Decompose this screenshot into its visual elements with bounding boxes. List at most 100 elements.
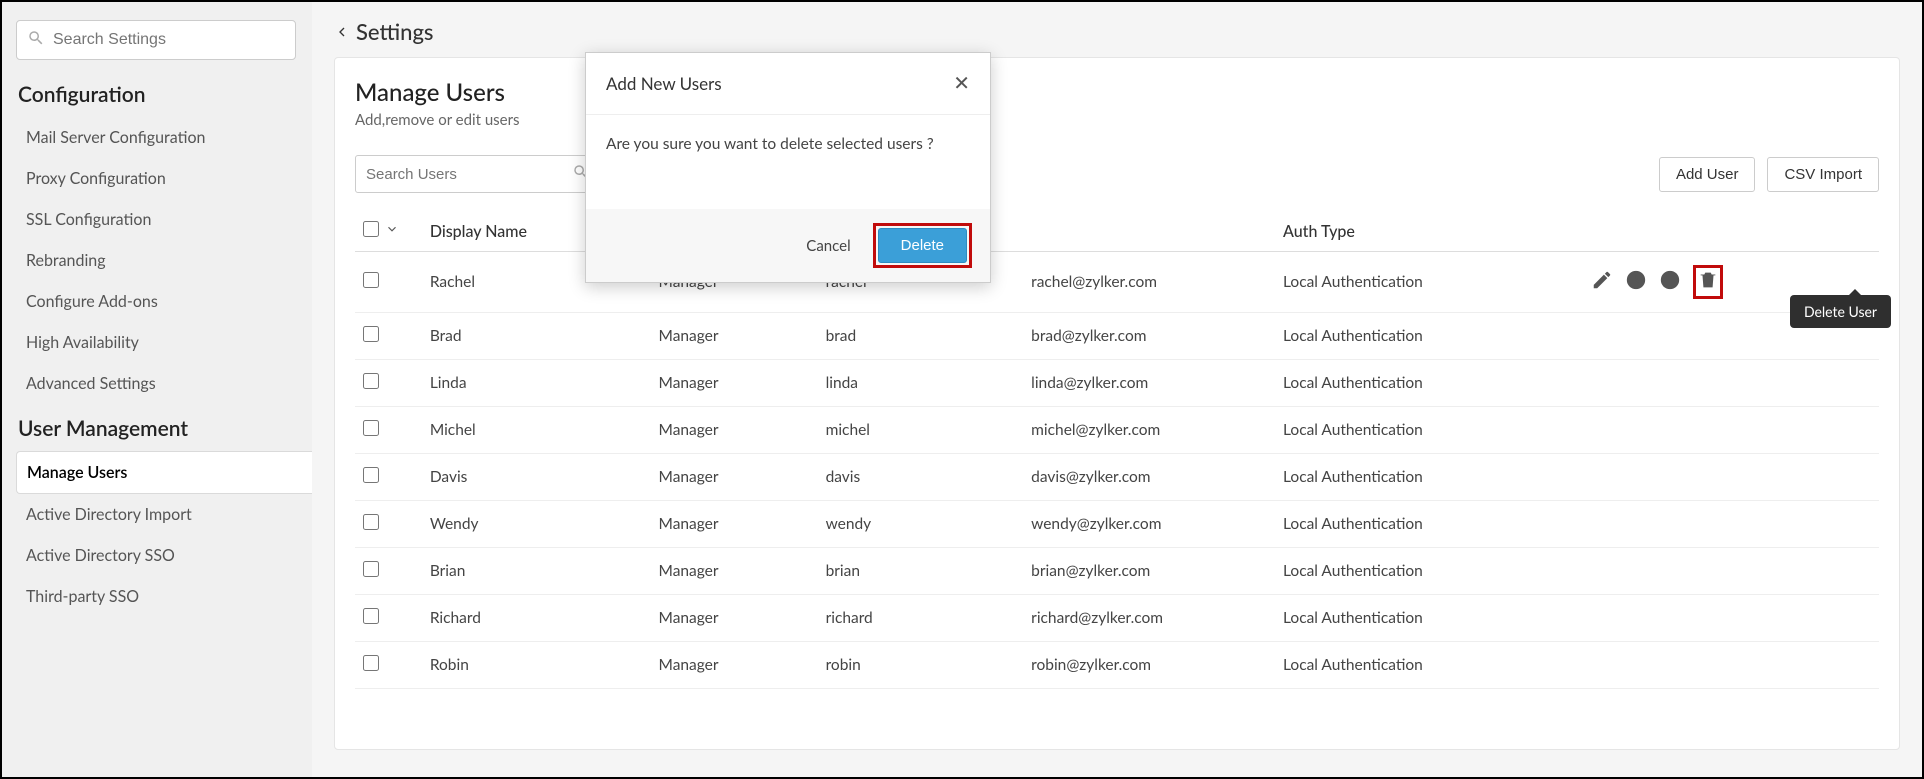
csv-import-button[interactable]: CSV Import xyxy=(1767,157,1879,192)
cell-display: Brian xyxy=(422,548,651,595)
cell-auth: Local Authentication xyxy=(1275,642,1583,689)
cell-auth: Local Authentication xyxy=(1275,595,1583,642)
cell-user: davis xyxy=(818,454,1024,501)
content-panel: Manage Users Add,remove or edit users Ad… xyxy=(334,57,1900,750)
dialog-title: Add New Users xyxy=(606,73,722,94)
cell-user: michel xyxy=(818,407,1024,454)
highlight-box: Delete xyxy=(873,223,972,268)
row-checkbox[interactable] xyxy=(363,514,379,530)
cell-user: linda xyxy=(818,360,1024,407)
dialog-cancel-button[interactable]: Cancel xyxy=(806,237,850,255)
cell-display: Richard xyxy=(422,595,651,642)
sidebar-item-third-party-sso[interactable]: Third-party SSO xyxy=(16,576,298,617)
trash-icon[interactable] xyxy=(1697,269,1719,295)
sidebar-item-ad-sso[interactable]: Active Directory SSO xyxy=(16,535,298,576)
table-row: BradManagerbradbrad@zylker.comLocal Auth… xyxy=(355,313,1879,360)
page-title: Manage Users xyxy=(355,78,1879,107)
row-checkbox[interactable] xyxy=(363,373,379,389)
dialog-message: Are you sure you want to delete selected… xyxy=(586,115,990,209)
search-users-box[interactable] xyxy=(355,155,601,193)
cell-user: brad xyxy=(818,313,1024,360)
cell-role: Manager xyxy=(651,313,818,360)
block-icon[interactable] xyxy=(1659,269,1681,295)
cell-display: Robin xyxy=(422,642,651,689)
cell-role: Manager xyxy=(651,595,818,642)
table-row: LindaManagerlindalinda@zylker.comLocal A… xyxy=(355,360,1879,407)
cell-auth: Local Authentication xyxy=(1275,407,1583,454)
sidebar-item-addons[interactable]: Configure Add-ons xyxy=(16,281,298,322)
confirm-dialog: Add New Users ✕ Are you sure you want to… xyxy=(585,52,991,283)
cell-display: Linda xyxy=(422,360,651,407)
search-users-input[interactable] xyxy=(366,166,572,183)
col-email[interactable] xyxy=(1023,211,1275,252)
row-checkbox[interactable] xyxy=(363,326,379,342)
cell-role: Manager xyxy=(651,407,818,454)
toolbar: Add User CSV Import xyxy=(355,155,1879,193)
cell-user: robin xyxy=(818,642,1024,689)
highlight-box xyxy=(1693,265,1723,299)
cell-auth: Local Authentication xyxy=(1275,313,1583,360)
cell-email: rachel@zylker.com xyxy=(1023,252,1275,313)
cell-role: Manager xyxy=(651,454,818,501)
row-checkbox[interactable] xyxy=(363,272,379,288)
page-subtitle: Add,remove or edit users xyxy=(355,111,1879,129)
search-settings-box[interactable] xyxy=(16,20,296,60)
cell-user: wendy xyxy=(818,501,1024,548)
section-configuration-title: Configuration xyxy=(18,82,298,107)
col-auth-type[interactable]: Auth Type xyxy=(1275,211,1583,252)
main: Settings Manage Users Add,remove or edit… xyxy=(312,2,1922,777)
row-checkbox[interactable] xyxy=(363,561,379,577)
breadcrumb[interactable]: Settings xyxy=(334,18,1900,45)
sidebar-item-ssl[interactable]: SSL Configuration xyxy=(16,199,298,240)
cell-auth: Local Authentication xyxy=(1275,252,1583,313)
cell-display: Michel xyxy=(422,407,651,454)
users-table: Display Name Auth Type RachelManagerrach… xyxy=(355,211,1879,689)
table-row: MichelManagermichelmichel@zylker.comLoca… xyxy=(355,407,1879,454)
sidebar-item-ad-import[interactable]: Active Directory Import xyxy=(16,494,298,535)
table-row: RachelManagerrachelrachel@zylker.comLoca… xyxy=(355,252,1879,313)
sidebar-item-advanced[interactable]: Advanced Settings xyxy=(16,363,298,404)
cell-email: michel@zylker.com xyxy=(1023,407,1275,454)
cell-auth: Local Authentication xyxy=(1275,501,1583,548)
sidebar-item-rebranding[interactable]: Rebranding xyxy=(16,240,298,281)
breadcrumb-label: Settings xyxy=(356,18,433,45)
cell-user: brian xyxy=(818,548,1024,595)
cell-auth: Local Authentication xyxy=(1275,548,1583,595)
table-row: DavisManagerdavisdavis@zylker.comLocal A… xyxy=(355,454,1879,501)
search-settings-input[interactable] xyxy=(53,31,285,49)
cell-email: wendy@zylker.com xyxy=(1023,501,1275,548)
sidebar-item-manage-users[interactable]: Manage Users xyxy=(16,451,312,494)
row-checkbox[interactable] xyxy=(363,420,379,436)
row-checkbox[interactable] xyxy=(363,467,379,483)
cell-role: Manager xyxy=(651,548,818,595)
tooltip-delete-user: Delete User xyxy=(1790,295,1891,328)
sidebar: Configuration Mail Server Configuration … xyxy=(2,2,312,777)
table-row: RichardManagerrichardrichard@zylker.comL… xyxy=(355,595,1879,642)
cell-display: Davis xyxy=(422,454,651,501)
resend-icon[interactable] xyxy=(1625,269,1647,295)
section-user-mgmt-title: User Management xyxy=(18,416,298,441)
sidebar-item-ha[interactable]: High Availability xyxy=(16,322,298,363)
dialog-close-button[interactable]: ✕ xyxy=(953,71,970,96)
sidebar-item-mail-server[interactable]: Mail Server Configuration xyxy=(16,117,298,158)
row-checkbox[interactable] xyxy=(363,655,379,671)
edit-icon[interactable] xyxy=(1591,269,1613,295)
sidebar-item-proxy[interactable]: Proxy Configuration xyxy=(16,158,298,199)
cell-email: brian@zylker.com xyxy=(1023,548,1275,595)
cell-auth: Local Authentication xyxy=(1275,360,1583,407)
table-row: RobinManagerrobinrobin@zylker.comLocal A… xyxy=(355,642,1879,689)
dialog-delete-button[interactable]: Delete xyxy=(878,228,967,263)
row-checkbox[interactable] xyxy=(363,608,379,624)
select-all[interactable] xyxy=(363,221,399,237)
cell-role: Manager xyxy=(651,501,818,548)
table-row: WendyManagerwendywendy@zylker.comLocal A… xyxy=(355,501,1879,548)
chevron-left-icon xyxy=(334,18,356,45)
cell-email: brad@zylker.com xyxy=(1023,313,1275,360)
add-user-button[interactable]: Add User xyxy=(1659,157,1756,192)
cell-email: davis@zylker.com xyxy=(1023,454,1275,501)
cell-auth: Local Authentication xyxy=(1275,454,1583,501)
search-icon xyxy=(27,29,53,51)
cell-email: linda@zylker.com xyxy=(1023,360,1275,407)
cell-role: Manager xyxy=(651,642,818,689)
cell-display: Wendy xyxy=(422,501,651,548)
